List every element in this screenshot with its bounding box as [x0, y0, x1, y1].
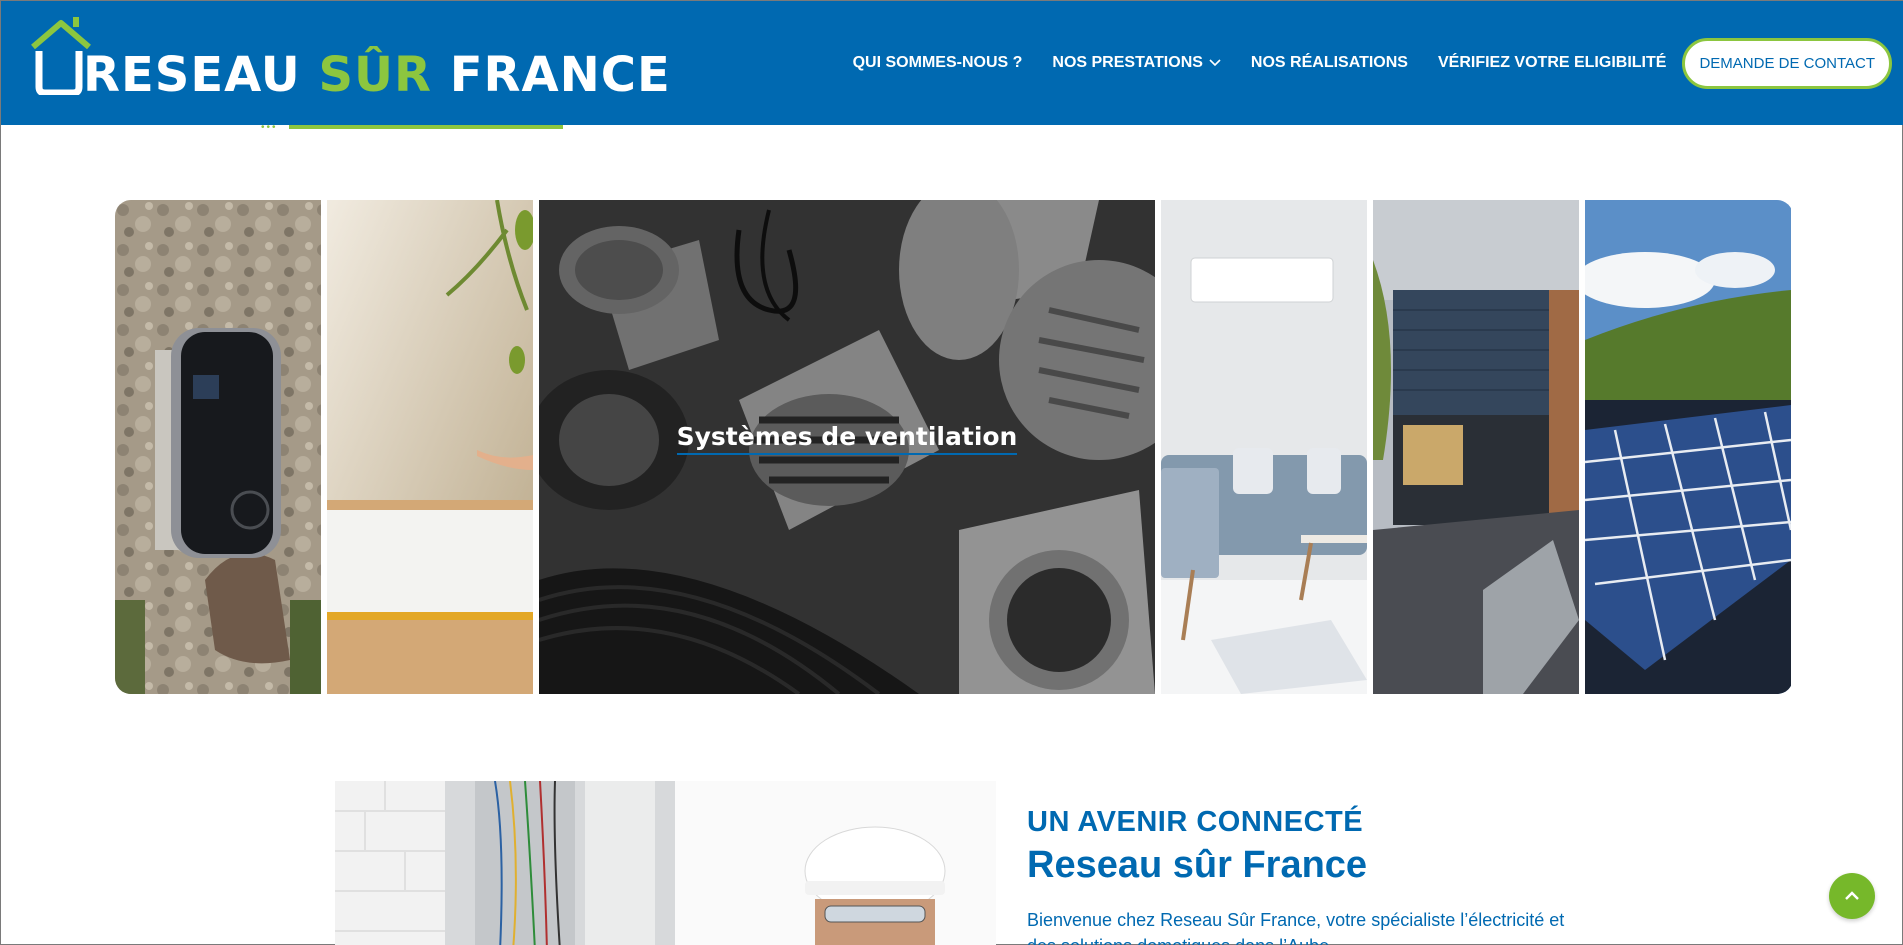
nav-item-verifiez-eligibilite[interactable]: VÉRIFIEZ VOTRE ELIGIBILITÉ: [1438, 54, 1666, 72]
gallery-panel-air-conditioning[interactable]: [1161, 200, 1367, 694]
accent-bar: [289, 125, 563, 129]
nav-item-label: NOS PRESTATIONS: [1052, 54, 1203, 71]
electrician-image: [335, 781, 996, 945]
gallery-panel-solar-panels[interactable]: [1585, 200, 1791, 694]
scroll-to-top-button[interactable]: [1829, 873, 1875, 919]
gallery-panel-ev-charger[interactable]: [115, 200, 321, 694]
solar-panels-image: [1585, 200, 1791, 694]
chevron-down-icon: [1209, 59, 1221, 67]
site-header: RESEAU SÛR FRANCE QUI SOMMES-NOUS ? NOS …: [1, 1, 1903, 125]
nav-item-nos-realisations[interactable]: NOS RÉALISATIONS: [1251, 54, 1408, 72]
gallery-panel-roller-shutters[interactable]: [1373, 200, 1579, 694]
nav-item-nos-prestations[interactable]: NOS PRESTATIONS: [1052, 54, 1221, 72]
gallery-panel-ventilation[interactable]: Systèmes de ventilation: [539, 200, 1155, 694]
gallery-panel-home-automation[interactable]: [327, 200, 533, 694]
nav-item-label: NOS RÉALISATIONS: [1250, 54, 1408, 71]
about-title: Reseau sûr France: [1027, 844, 1368, 886]
contact-request-button[interactable]: DEMANDE DE CONTACT: [1682, 37, 1892, 89]
main-nav: QUI SOMMES-NOUS ? NOS PRESTATIONS NOS RÉ…: [823, 1, 1892, 125]
about-kicker: UN AVENIR CONNECTÉ: [1027, 806, 1364, 838]
ev-charger-image: [115, 200, 321, 694]
home-automation-image: [327, 200, 533, 694]
logo-word-france: FRANCE: [449, 47, 671, 103]
logo-wordmark: RESEAU SÛR FRANCE: [27, 51, 671, 99]
gallery-active-caption[interactable]: Systèmes de ventilation: [539, 422, 1155, 455]
services-gallery: Systèmes de ventilation: [115, 200, 1793, 694]
logo-word-reseau: RESEAU: [83, 47, 301, 103]
gallery-caption-text: Systèmes de ventilation: [676, 422, 1018, 455]
chevron-up-icon: [1845, 891, 1859, 900]
roller-shutters-image: [1373, 200, 1579, 694]
logo-word-sur: SÛR: [318, 47, 432, 103]
nav-item-label: QUI SOMMES-NOUS ?: [852, 54, 1023, 71]
site-logo[interactable]: RESEAU SÛR FRANCE: [27, 9, 670, 99]
about-intro-text: Bienvenue chez Reseau Sûr France, votre …: [1027, 910, 1565, 945]
accent-dots: •••: [261, 122, 278, 133]
nav-item-qui-sommes-nous[interactable]: QUI SOMMES-NOUS ?: [853, 54, 1023, 72]
nav-item-label: VÉRIFIEZ VOTRE ELIGIBILITÉ: [1437, 54, 1667, 71]
air-conditioning-image: [1161, 200, 1367, 694]
